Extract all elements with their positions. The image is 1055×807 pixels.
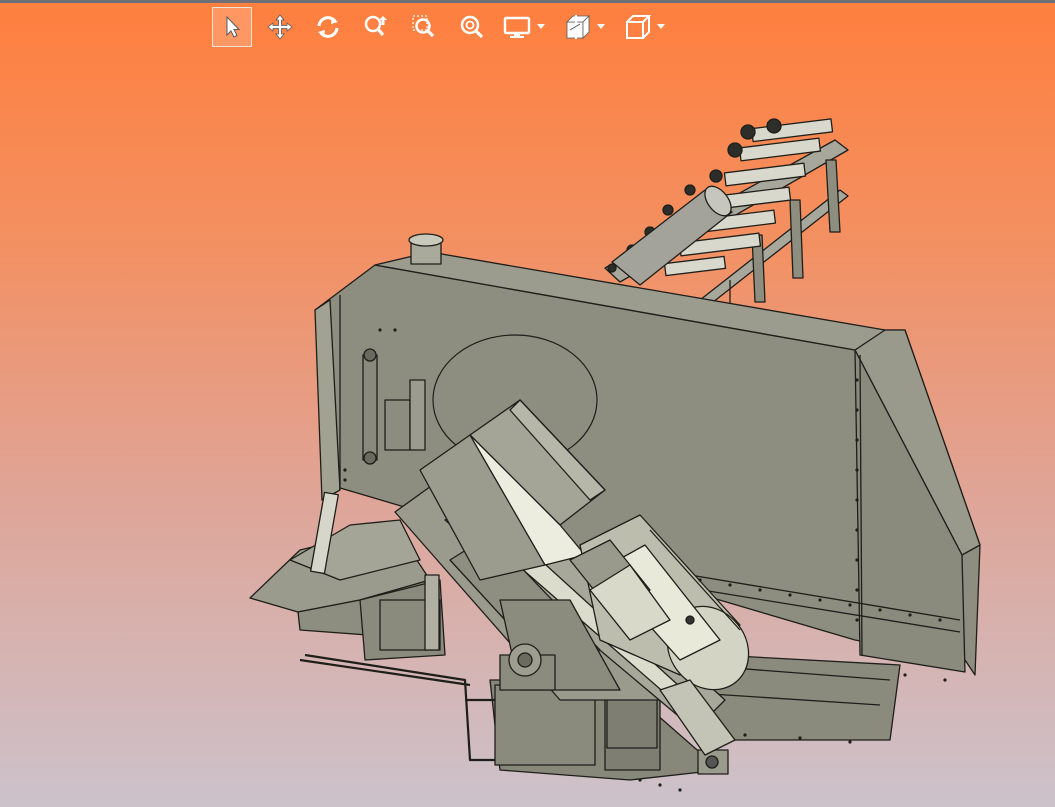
display-mode-button[interactable] (500, 7, 534, 47)
display-mode-icon (503, 16, 531, 38)
zoom-tool-button[interactable] (356, 7, 396, 47)
machine-model (249, 118, 981, 792)
section-view-button[interactable] (560, 7, 594, 47)
view-cube-icon (626, 15, 651, 39)
pan-icon (267, 14, 293, 40)
rotate-icon (317, 16, 339, 38)
zoom-fit-tool-button[interactable] (452, 7, 492, 47)
select-tool-button[interactable] (212, 7, 252, 47)
zoom-fit-icon (460, 15, 484, 39)
chevron-down-icon (657, 24, 665, 29)
window-top-border-overlay (0, 0, 1055, 3)
view-orientation-button[interactable] (620, 7, 654, 47)
select-arrow-icon (226, 15, 241, 38)
chevron-down-icon (537, 24, 545, 29)
display-mode-dropdown[interactable] (534, 7, 548, 47)
zoom-window-tool-button[interactable] (404, 7, 444, 47)
zoom-window-icon (412, 15, 435, 38)
pan-tool-button[interactable] (260, 7, 300, 47)
chevron-down-icon (597, 24, 605, 29)
rotate-tool-button[interactable] (308, 7, 348, 47)
section-view-icon (566, 15, 590, 39)
section-view-dropdown[interactable] (594, 7, 608, 47)
3d-viewport[interactable] (0, 0, 1055, 807)
view-toolbar (212, 6, 680, 48)
view-orientation-dropdown[interactable] (654, 7, 668, 47)
bottom-pipes (299, 653, 495, 762)
zoom-in-out-icon (364, 15, 387, 37)
